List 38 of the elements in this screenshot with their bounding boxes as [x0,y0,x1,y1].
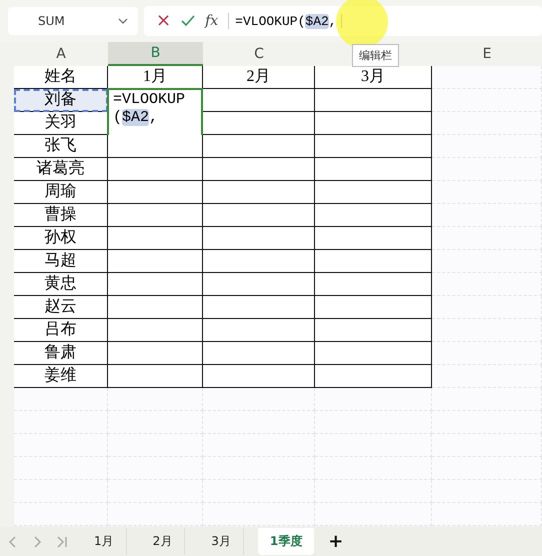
name-box[interactable]: SUM [8,7,138,35]
last-sheet-icon[interactable] [56,534,68,548]
table-cell: 周瑜 [14,181,108,204]
table-cell: 孙权 [14,227,108,250]
sheet-tab[interactable]: 1季度 [258,528,314,555]
table-cell: 鲁肃 [14,342,108,365]
table-cell: 2月 [203,66,315,89]
column-header[interactable]: C [203,42,315,66]
table-cell: 吕布 [14,319,108,342]
column-header[interactable]: E [432,42,542,66]
column-header[interactable]: B [108,42,203,66]
table-cell: 姓名 [14,66,108,89]
insert-function-button[interactable]: fx [205,13,218,29]
table-cell: 1月 [108,66,203,89]
table-cell: 马超 [14,250,108,273]
next-sheet-icon[interactable] [32,534,42,548]
sheet-tab[interactable]: 3月 [199,528,244,555]
table-cell: 黄忠 [14,273,108,296]
table-cell: 姜维 [14,365,108,388]
cursor-highlight-icon [336,0,388,48]
previous-sheet-icon[interactable] [8,534,18,548]
column-header[interactable]: A [14,42,108,66]
table-cell: 赵云 [14,296,108,319]
table-cell: 曹操 [14,204,108,227]
cancel-button[interactable]: × [156,12,172,30]
add-sheet-button[interactable]: + [328,531,344,552]
table-cell: 3月 [315,66,432,89]
tooltip: 编辑栏 [352,44,399,67]
sheet-tab[interactable]: 2月 [140,528,186,555]
check-icon[interactable] [181,15,196,27]
referenced-cell[interactable]: 刘备 [14,89,108,112]
dropdown-caret-icon[interactable] [118,18,128,24]
table-cell: 诸葛亮 [14,158,108,181]
cell-editor[interactable]: =VLOOKUP ($A2, [107,88,203,135]
sheet-tab[interactable]: 1月 [82,528,127,555]
table-cell: 张飞 [14,135,108,158]
formula-text[interactable]: =VLOOKUP($A2, [235,14,337,28]
table-cell: 关羽 [14,112,108,135]
